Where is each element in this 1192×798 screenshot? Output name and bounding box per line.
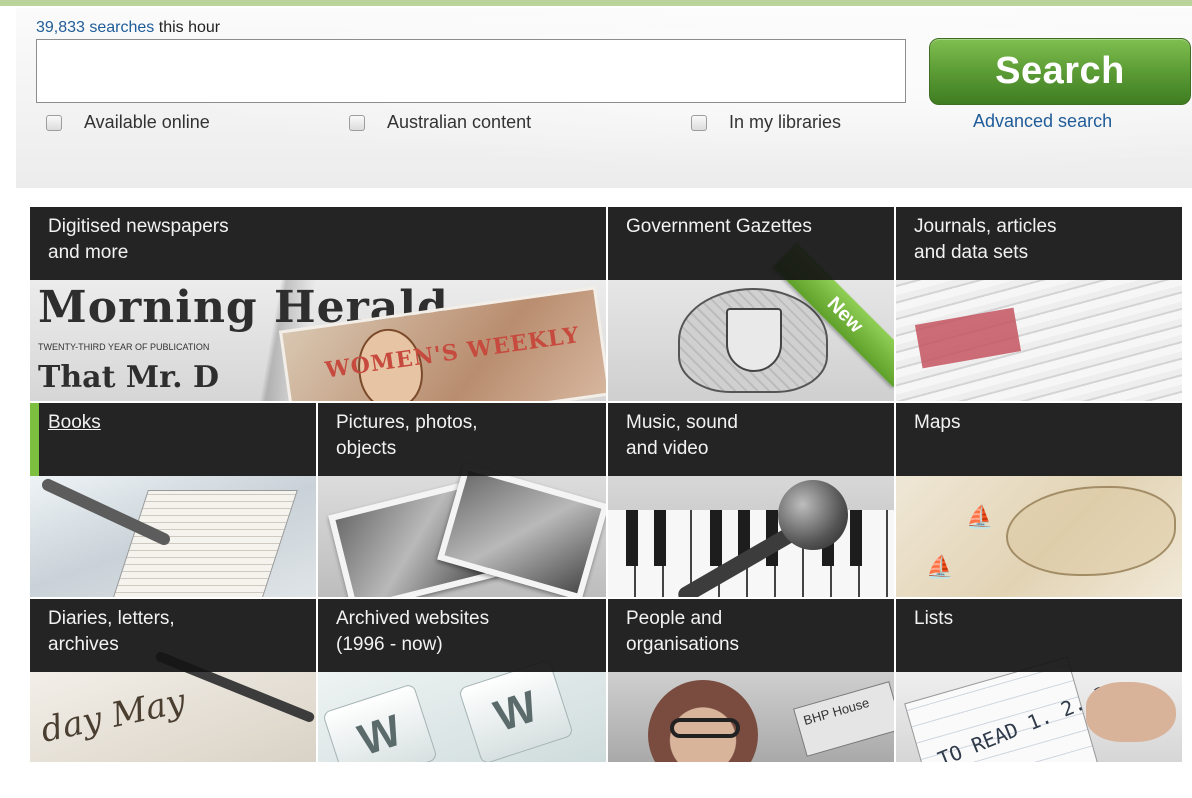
ship-icon: ⛵	[926, 554, 954, 579]
building-sign: BHP House	[793, 681, 894, 757]
tile-label: Lists	[896, 599, 1182, 672]
books-image	[30, 476, 316, 597]
black-key	[654, 510, 666, 566]
black-key	[710, 510, 722, 566]
search-count-link[interactable]: 39,833 searches	[36, 19, 154, 36]
search-count-suffix: this hour	[154, 19, 221, 36]
newspaper-bottom-text: That Mr. D	[38, 360, 220, 395]
keyboard-key: W	[457, 659, 575, 762]
people-image: BHP House	[608, 672, 894, 762]
tile-label: Digitised newspapers and more	[30, 207, 606, 280]
keyboard-key: W	[321, 683, 439, 762]
archived-websites-image: W W	[318, 659, 606, 762]
map-coastline	[1006, 486, 1176, 576]
australian-content-checkbox[interactable]	[349, 114, 365, 131]
music-image	[608, 476, 894, 597]
black-key	[850, 510, 862, 566]
glasses-icon	[670, 718, 740, 738]
microphone-icon	[778, 480, 848, 550]
available-online-label: Available online	[84, 112, 210, 132]
ship-icon: ⛵	[966, 504, 994, 529]
newspapers-image: Morning Herald. TWENTY-THIRD YEAR OF PUB…	[30, 280, 606, 401]
tile-journals-articles[interactable]: Journals, articles and data sets	[896, 207, 1182, 401]
journals-image	[896, 280, 1182, 401]
tile-digitised-newspapers[interactable]: Morning Herald. TWENTY-THIRD YEAR OF PUB…	[30, 207, 606, 401]
tile-government-gazettes[interactable]: New Government Gazettes	[608, 207, 894, 401]
top-accent-strip	[0, 0, 1192, 6]
handwriting: day May	[37, 681, 189, 751]
books-label-text: Books	[48, 412, 101, 433]
search-button[interactable]: Search	[929, 38, 1191, 105]
black-key	[626, 510, 638, 566]
gazettes-image: New	[608, 242, 894, 401]
tile-label: Music, sound and video	[608, 403, 894, 476]
magazine-title: WOMEN'S WEEKLY	[323, 322, 582, 384]
tile-label: Journals, articles and data sets	[896, 207, 1182, 280]
filter-australian-content[interactable]: Australian content	[349, 112, 531, 133]
advanced-search-link[interactable]: Advanced search	[973, 111, 1112, 132]
tile-label: Maps	[896, 403, 1182, 476]
filter-available-online[interactable]: Available online	[46, 112, 210, 133]
tile-label: Books	[30, 403, 316, 476]
tile-maps[interactable]: ⛵ ⛵ Maps	[896, 403, 1182, 597]
tile-pictures-photos[interactable]: Pictures, photos, objects	[318, 403, 606, 597]
filter-in-my-libraries[interactable]: In my libraries	[691, 112, 841, 133]
search-count: 39,833 searches this hour	[36, 19, 220, 37]
search-input[interactable]	[36, 39, 906, 103]
tile-label: Government Gazettes	[608, 207, 894, 280]
search-panel: 39,833 searches this hour Search Advance…	[16, 8, 1192, 188]
tile-label: Pictures, photos, objects	[318, 403, 606, 476]
tile-diaries-letters[interactable]: day May Diaries, letters, archives	[30, 599, 316, 762]
book-pages	[112, 490, 298, 597]
tile-label: Diaries, letters, archives	[30, 599, 316, 672]
hand-icon	[1086, 682, 1176, 742]
tile-music-sound-video[interactable]: Music, sound and video	[608, 403, 894, 597]
pictures-image	[318, 463, 606, 597]
lists-image: TO READ 1. 2. 3.	[896, 656, 1182, 762]
tile-people-organisations[interactable]: BHP House People and organisations	[608, 599, 894, 762]
diaries-image: day May	[30, 650, 316, 762]
tile-label: Archived websites (1996 - now)	[318, 599, 606, 672]
journal-tab	[914, 307, 1022, 369]
in-my-libraries-label: In my libraries	[729, 112, 842, 132]
shield-icon	[726, 308, 782, 372]
category-grid: Morning Herald. TWENTY-THIRD YEAR OF PUB…	[30, 207, 1182, 762]
tile-books[interactable]: Books	[30, 403, 316, 597]
newspaper-subline: TWENTY-THIRD YEAR OF PUBLICATION	[38, 342, 210, 352]
australian-content-label: Australian content	[387, 112, 532, 132]
maps-image: ⛵ ⛵	[896, 476, 1182, 597]
available-online-checkbox[interactable]	[46, 114, 62, 131]
in-my-libraries-checkbox[interactable]	[691, 114, 707, 131]
tile-label: People and organisations	[608, 599, 894, 672]
tile-archived-websites[interactable]: W W Archived websites (1996 - now)	[318, 599, 606, 762]
tile-lists[interactable]: TO READ 1. 2. 3. Lists	[896, 599, 1182, 762]
